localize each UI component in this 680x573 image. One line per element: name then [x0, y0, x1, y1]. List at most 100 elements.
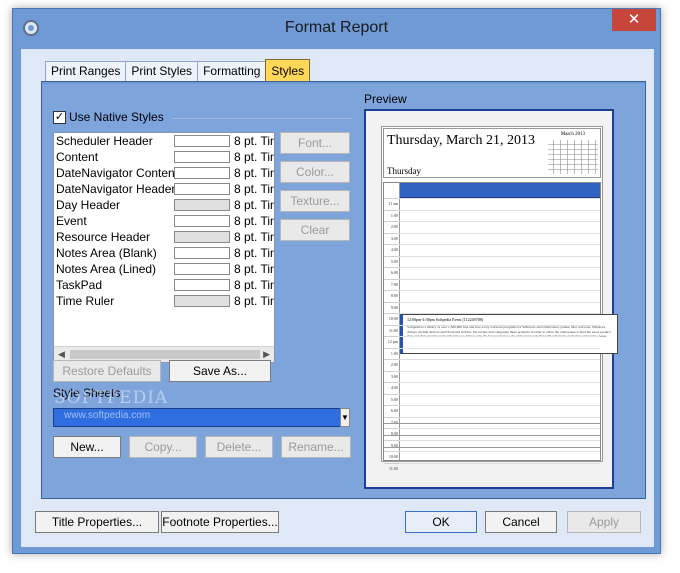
dialog-client-area: Print Ranges Print Styles Formatting Styles…	[21, 49, 654, 547]
cancel-button[interactable]: Cancel	[485, 511, 557, 533]
tab-print-ranges[interactable]: Print Ranges	[45, 61, 127, 82]
color-button[interactable]: Color...	[280, 161, 350, 183]
style-color-swatch	[174, 231, 230, 243]
preview-hour-line	[399, 393, 600, 395]
tab-formatting[interactable]: Formatting	[197, 61, 267, 82]
styles-list[interactable]: Time Ruler 8 pt. Tin TaskPad 8 pt. Tin Notes…	[53, 132, 275, 363]
style-name: Time Ruler	[56, 294, 115, 308]
footnote-properties-button[interactable]: Footnote Properties...	[161, 511, 279, 533]
chevron-down-icon[interactable]: ▼	[340, 408, 350, 427]
preview-time-slot: 3:00	[384, 232, 399, 245]
preview-hour-line	[399, 370, 600, 372]
style-list-item[interactable]: Event 8 pt. Tin	[54, 213, 274, 229]
preview-time-slot: 10:00	[384, 313, 399, 325]
preview-time-slot: 9:00	[384, 439, 399, 452]
preview-time-slot: 1:00	[384, 209, 399, 222]
save-as-button[interactable]: Save As...	[169, 360, 271, 382]
close-button[interactable]: ✕	[612, 9, 656, 31]
preview-time-slot: 2:00	[384, 359, 399, 371]
preview-hour-line	[399, 198, 600, 199]
restore-defaults-button[interactable]: Restore Defaults	[53, 360, 161, 382]
style-color-swatch	[174, 247, 230, 259]
scroll-left-icon[interactable]: ◀	[58, 349, 65, 360]
style-font: 8 pt. Tin	[234, 166, 275, 180]
scrollbar-thumb[interactable]	[70, 350, 260, 359]
preview-page: Thursday, March 21, 2013 Thursday March …	[381, 126, 618, 471]
preview-hour-line	[399, 278, 600, 280]
tab-styles[interactable]: Styles	[265, 59, 311, 82]
style-list-item[interactable]: Scheduler Header 8 pt. Tin	[54, 133, 274, 149]
new-style-sheet-button[interactable]: New...	[53, 436, 121, 458]
preview-hour-line	[399, 255, 600, 257]
preview-resource-header	[399, 183, 600, 198]
style-list-item[interactable]: DateNavigator Content 8 pt. Tin	[54, 165, 274, 181]
preview-hour-line	[399, 336, 600, 337]
style-color-swatch	[174, 279, 230, 291]
style-color-swatch	[174, 167, 230, 179]
ok-button[interactable]: OK	[405, 511, 477, 533]
delete-style-sheet-button[interactable]: Delete...	[205, 436, 273, 458]
mini-calendar-title: March 2013	[560, 132, 586, 137]
apply-button[interactable]: Apply	[567, 511, 641, 533]
preview-panel: Thursday, March 21, 2013 Thursday March …	[364, 109, 618, 489]
preview-notes-line	[384, 447, 600, 448]
style-list-item[interactable]: Notes Area (Lined) 8 pt. Tin	[54, 261, 274, 277]
style-list-item[interactable]: Notes Area (Blank) 8 pt. Tin	[54, 245, 274, 261]
style-list-item[interactable]: Day Header 8 pt. Tin	[54, 197, 274, 213]
preview-hour-line	[399, 301, 600, 303]
style-font: 8 pt. Tin	[234, 278, 275, 292]
style-font: 8 pt. Tin	[234, 198, 275, 212]
style-name: Event	[56, 214, 87, 228]
preview-hour-line	[399, 359, 600, 360]
style-name: Resource Header	[56, 230, 151, 244]
preview-hour-line	[399, 428, 600, 429]
style-list-item[interactable]: Resource Header 8 pt. Tin	[54, 229, 274, 245]
preview-hour-line	[399, 416, 600, 418]
rename-style-sheet-button[interactable]: Rename...	[281, 436, 351, 458]
style-color-swatch	[174, 135, 230, 147]
preview-time-slot: 8:00	[384, 428, 399, 440]
clear-button[interactable]: Clear	[280, 219, 350, 241]
style-color-swatch	[174, 295, 230, 307]
title-properties-button[interactable]: Title Properties...	[35, 511, 159, 533]
tab-print-styles[interactable]: Print Styles	[125, 61, 199, 82]
scroll-right-icon[interactable]: ▶	[263, 349, 270, 360]
preview-hour-line	[399, 451, 600, 452]
texture-button[interactable]: Texture...	[280, 190, 350, 212]
preview-day: Thursday	[387, 166, 421, 176]
copy-style-sheet-button[interactable]: Copy...	[129, 436, 197, 458]
style-name: TaskPad	[56, 278, 103, 292]
style-name: DateNavigator Content	[56, 166, 179, 180]
preview-time-slot: 1:00	[384, 347, 399, 360]
style-color-swatch	[174, 151, 230, 163]
style-name: Day Header	[56, 198, 121, 212]
preview-time-slot: 8:00	[384, 290, 399, 302]
style-color-swatch	[174, 215, 230, 227]
preview-hour-line	[399, 232, 600, 234]
style-color-swatch	[174, 183, 230, 195]
preview-day-grid: 12:00pm-4:30pm Softpedia Event (11224978…	[383, 182, 618, 471]
preview-hour-line	[399, 462, 600, 464]
title-bar[interactable]: Format Report ✕	[13, 9, 660, 49]
style-list-item[interactable]: Time Ruler 8 pt. Tin	[54, 293, 274, 309]
group-divider	[172, 118, 352, 119]
style-list-item[interactable]: TaskPad 8 pt. Tin	[54, 277, 274, 293]
preview-time-slot: 2:00	[384, 221, 399, 233]
preview-hour-line	[399, 244, 600, 245]
font-button[interactable]: Font...	[280, 132, 350, 154]
style-font: 8 pt. Tin	[234, 182, 275, 196]
preview-header: Thursday, March 21, 2013 Thursday March …	[383, 128, 601, 178]
preview-label: Preview	[364, 92, 407, 106]
preview-time-slot: 3:00	[384, 370, 399, 383]
style-list-item[interactable]: Content 8 pt. Tin	[54, 149, 274, 165]
preview-time-slot: 4:00	[384, 244, 399, 256]
style-font: 8 pt. Tin	[234, 134, 275, 148]
preview-time-slot: 10:00	[384, 451, 399, 463]
preview-hour-line	[399, 221, 600, 222]
style-name: Notes Area (Blank)	[56, 246, 157, 260]
use-native-styles-checkbox[interactable]: ✓	[53, 111, 66, 124]
style-list-item[interactable]: DateNavigator Header 8 pt. Tin	[54, 181, 274, 197]
style-font: 8 pt. Tin	[234, 150, 275, 164]
preview-time-slot: 6:00	[384, 267, 399, 279]
use-native-styles-label[interactable]: Use Native Styles	[69, 110, 164, 124]
